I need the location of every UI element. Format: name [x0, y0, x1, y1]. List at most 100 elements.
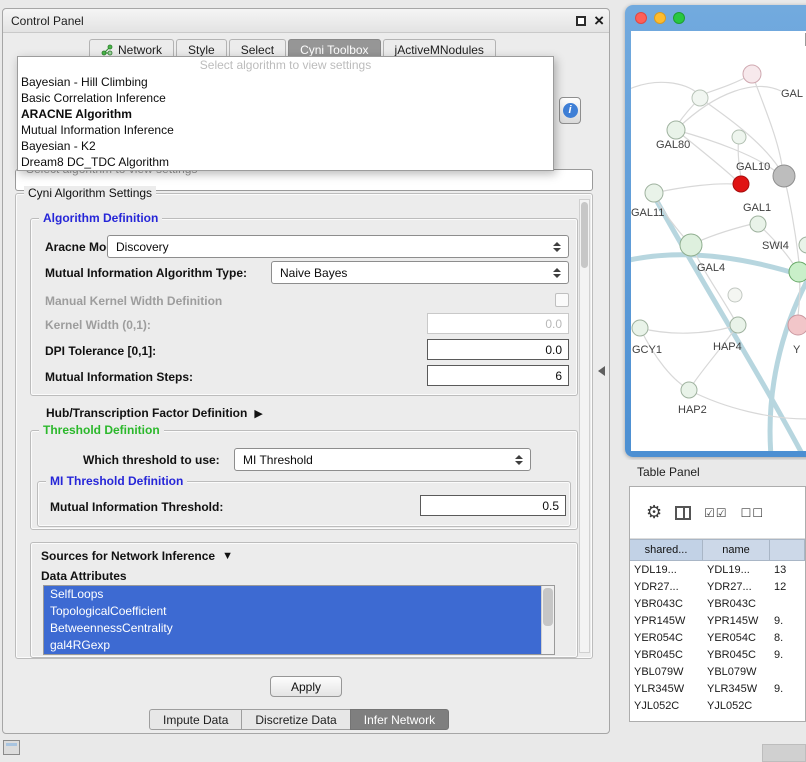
- node-red[interactable]: [733, 176, 749, 192]
- sources-expander[interactable]: Sources for Network Inference ▼: [41, 545, 233, 567]
- sources-group: Sources for Network Inference ▼ Data Att…: [30, 542, 578, 658]
- table-row[interactable]: YBR045C YBR045C 9.: [630, 646, 805, 663]
- network-view-window: GAL GAL80 GAL10 GAL11 GAL1 SWI4 GAL4 GCY…: [625, 5, 806, 457]
- mi-steps-value: 6: [555, 369, 562, 383]
- popup-item[interactable]: Mutual Information Inference: [18, 122, 553, 138]
- deselect-all-icon[interactable]: ☐☐: [741, 506, 765, 520]
- mi-steps-field[interactable]: 6: [427, 365, 569, 386]
- data-attributes-list: SelfLoops TopologicalCoefficient Between…: [43, 585, 555, 655]
- node-plain[interactable]: [732, 130, 746, 144]
- corner-panel-fragment: [762, 744, 806, 762]
- node-gal1[interactable]: [750, 216, 766, 232]
- node-label: GAL10: [736, 161, 770, 173]
- bottom-tab-bar: Impute Data Discretize Data Infer Networ…: [149, 709, 449, 730]
- node-hap4[interactable]: [730, 317, 746, 333]
- apply-button[interactable]: Apply: [270, 676, 342, 697]
- mi-threshold-label: Mutual Information Threshold:: [50, 496, 223, 518]
- which-threshold-combo[interactable]: MI Threshold: [234, 448, 531, 471]
- cell: YDL19...: [630, 564, 703, 576]
- list-scrollbar[interactable]: [541, 586, 554, 654]
- node-gal80[interactable]: [667, 121, 685, 139]
- minimized-panel-icon[interactable]: [3, 740, 20, 755]
- table-row[interactable]: YDR27... YDR27... 12: [630, 578, 805, 595]
- algorithm-popup: Select algorithm to view settings Bayesi…: [17, 56, 554, 171]
- node-bright-green[interactable]: [789, 262, 806, 282]
- combo-stepper-icon: [549, 268, 565, 278]
- mi-algorithm-type-value: Naive Bayes: [272, 266, 549, 280]
- node-gcy1[interactable]: [632, 320, 648, 336]
- network-canvas[interactable]: GAL GAL80 GAL10 GAL11 GAL1 SWI4 GAL4 GCY…: [631, 31, 806, 451]
- mi-algorithm-type-combo[interactable]: Naive Bayes: [271, 261, 569, 284]
- settings-scrollbar[interactable]: [579, 199, 590, 653]
- close-traffic-light[interactable]: [635, 12, 647, 24]
- apply-label: Apply: [291, 680, 321, 694]
- table-row[interactable]: YPR145W YPR145W 9.: [630, 612, 805, 629]
- node-plain[interactable]: [728, 288, 742, 302]
- table-row[interactable]: YER054C YER054C 8.: [630, 629, 805, 646]
- list-item[interactable]: BetweennessCentrality: [44, 620, 541, 637]
- popup-item[interactable]: Bayesian - Hill Climbing: [18, 74, 553, 90]
- cell: YER054C: [703, 632, 770, 644]
- columns-icon[interactable]: [675, 506, 691, 520]
- popup-item-selected[interactable]: ARACNE Algorithm: [18, 106, 553, 122]
- manual-kernel-width-checkbox: [555, 293, 569, 307]
- popup-item[interactable]: Basic Correlation Inference: [18, 90, 553, 106]
- popup-item[interactable]: Bayesian - K2: [18, 138, 553, 154]
- mi-threshold-value: 0.5: [542, 499, 559, 513]
- column-header-partial[interactable]: [770, 539, 805, 561]
- tab-discretize-data[interactable]: Discretize Data: [241, 709, 350, 730]
- algorithm-info-button[interactable]: i: [559, 97, 581, 124]
- table-panel-title: Table Panel: [637, 465, 700, 479]
- tab-label: Network: [118, 43, 162, 57]
- table-row[interactable]: YLR345W YLR345W 9.: [630, 680, 805, 697]
- gear-icon[interactable]: ⚙: [646, 502, 662, 523]
- cell: 9.: [770, 649, 805, 661]
- node-swi4[interactable]: [799, 237, 806, 253]
- algorithm-definition-group: Algorithm Definition Aracne Mode: Discov…: [30, 218, 578, 396]
- zoom-traffic-light[interactable]: [673, 12, 685, 24]
- node-gal11[interactable]: [645, 184, 663, 202]
- node-gal4[interactable]: [680, 234, 702, 256]
- node-plain[interactable]: [692, 90, 708, 106]
- popup-item[interactable]: Dream8 DC_TDC Algorithm: [18, 154, 553, 170]
- table-panel: Table Panel ⚙ ☑☑ ☐☐ shared... name YDL19…: [625, 460, 806, 722]
- list-item[interactable]: SelfLoops: [44, 586, 541, 603]
- node-pale-pink[interactable]: [743, 65, 761, 83]
- kernel-width-value: 0.0: [545, 317, 562, 331]
- list-item[interactable]: TopologicalCoefficient: [44, 603, 541, 620]
- aracne-mode-combo[interactable]: Discovery: [107, 235, 569, 258]
- node-label: GAL1: [743, 202, 771, 214]
- tab-label: Cyni Toolbox: [300, 43, 368, 57]
- mi-threshold-definition-group: MI Threshold Definition Mutual Informati…: [37, 481, 571, 527]
- close-icon[interactable]: ×: [594, 10, 604, 32]
- chevron-right-icon: ▶: [254, 407, 262, 420]
- table-rows: YDL19... YDL19... 13 YDR27... YDR27... 1…: [630, 561, 805, 721]
- cell: YDL19...: [703, 564, 770, 576]
- column-header-name[interactable]: name: [703, 539, 770, 561]
- tab-label: Style: [188, 43, 215, 57]
- hub-tf-definition-expander[interactable]: Hub/Transcription Factor Definition ▶: [46, 402, 263, 424]
- threshold-definition-group: Threshold Definition Which threshold to …: [30, 430, 578, 530]
- node-pink[interactable]: [788, 315, 806, 335]
- table-row[interactable]: YBR043C YBR043C: [630, 595, 805, 612]
- manual-kernel-width-label: Manual Kernel Width Definition: [45, 290, 222, 312]
- tab-impute-data[interactable]: Impute Data: [149, 709, 242, 730]
- tab-infer-network[interactable]: Infer Network: [350, 709, 449, 730]
- dpi-tolerance-field[interactable]: 0.0: [427, 339, 569, 360]
- table-row[interactable]: YJL052C YJL052C: [630, 697, 805, 714]
- node-gal10-gray[interactable]: [773, 165, 795, 187]
- table-panel-body: ⚙ ☑☑ ☐☐ shared... name YDL19... YDL19...…: [629, 486, 806, 722]
- select-all-icon[interactable]: ☑☑: [704, 506, 728, 520]
- cell: 13: [770, 564, 805, 576]
- cell: YBL079W: [630, 666, 703, 678]
- table-row[interactable]: YDL19... YDL19... 13: [630, 561, 805, 578]
- column-header-shared[interactable]: shared...: [630, 539, 703, 561]
- window-title: Control Panel: [11, 9, 84, 33]
- minimize-traffic-light[interactable]: [654, 12, 666, 24]
- table-row[interactable]: YBL079W YBL079W: [630, 663, 805, 680]
- node-hap2[interactable]: [681, 382, 697, 398]
- mi-threshold-field[interactable]: 0.5: [420, 495, 566, 516]
- splitter-collapse-arrow[interactable]: [598, 366, 605, 376]
- list-item[interactable]: gal4RGexp: [44, 637, 541, 654]
- float-window-icon[interactable]: [576, 16, 586, 26]
